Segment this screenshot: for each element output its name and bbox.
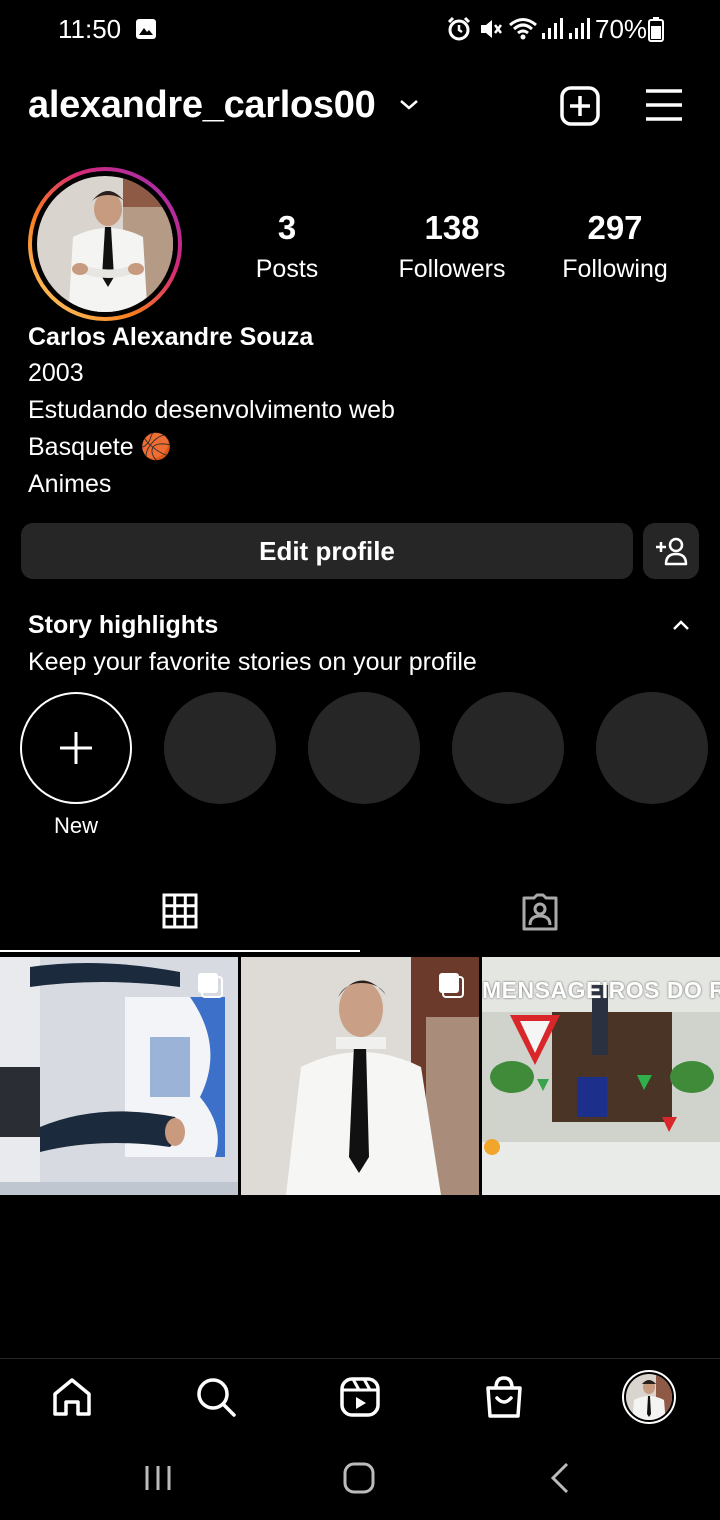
post-thumbnail[interactable] bbox=[241, 957, 479, 1195]
multiple-photos-icon bbox=[196, 971, 224, 999]
recent-apps-button[interactable] bbox=[140, 1460, 176, 1496]
battery-percentage: 70% bbox=[595, 14, 648, 44]
mute-icon bbox=[478, 16, 504, 42]
bio-line: Basquete 🏀 bbox=[28, 433, 172, 461]
nav-profile-avatar[interactable] bbox=[622, 1370, 676, 1424]
bio-line: Animes bbox=[28, 470, 112, 498]
signal-icon bbox=[540, 16, 592, 42]
alarm-icon bbox=[446, 16, 472, 42]
grid-icon bbox=[162, 893, 198, 929]
add-person-icon bbox=[654, 536, 688, 566]
profile-avatar[interactable] bbox=[28, 167, 182, 321]
chevron-up-icon[interactable] bbox=[671, 616, 691, 634]
highlights-subtitle: Keep your favorite stories on your profi… bbox=[28, 648, 477, 676]
create-post-icon[interactable] bbox=[559, 85, 601, 127]
stat-followers[interactable]: 138 Followers bbox=[377, 208, 527, 286]
discover-people-button[interactable] bbox=[643, 523, 699, 579]
following-label: Following bbox=[562, 255, 668, 283]
highlight-placeholder bbox=[452, 692, 564, 804]
post-overlay-text: MENSAGEIROS DO REI bbox=[482, 977, 720, 1003]
new-highlight-label: New bbox=[53, 813, 98, 838]
highlight-placeholder bbox=[596, 692, 708, 804]
reels-icon[interactable] bbox=[338, 1375, 382, 1419]
highlight-placeholder bbox=[308, 692, 420, 804]
following-count: 297 bbox=[587, 209, 643, 246]
edit-profile-button[interactable]: Edit profile bbox=[21, 523, 633, 579]
bio-line: 2003 bbox=[28, 359, 84, 387]
post-thumbnail[interactable] bbox=[0, 957, 238, 1195]
new-highlight-button[interactable] bbox=[20, 692, 132, 804]
profile-full-name: Carlos Alexandre Souza bbox=[28, 323, 314, 351]
posts-label: Posts bbox=[255, 255, 319, 283]
followers-label: Followers bbox=[398, 255, 506, 283]
chevron-down-icon[interactable] bbox=[398, 96, 420, 114]
stat-following[interactable]: 297 Following bbox=[540, 208, 690, 286]
search-icon[interactable] bbox=[194, 1375, 238, 1419]
tagged-icon bbox=[520, 892, 560, 932]
wifi-icon bbox=[508, 16, 538, 42]
plus-icon bbox=[58, 730, 94, 766]
bottom-nav-divider bbox=[0, 1358, 720, 1359]
tab-tagged[interactable] bbox=[360, 880, 720, 950]
status-time: 11:50 bbox=[58, 14, 122, 44]
bio-line: Estudando desenvolvimento web bbox=[28, 396, 395, 424]
username[interactable]: alexandre_carlos00 bbox=[28, 80, 376, 130]
highlight-placeholder bbox=[164, 692, 276, 804]
multiple-photos-icon bbox=[437, 971, 465, 999]
gallery-notification-icon bbox=[135, 18, 157, 40]
tab-posts-grid[interactable] bbox=[0, 880, 360, 950]
battery-icon bbox=[648, 16, 664, 42]
home-icon[interactable] bbox=[50, 1375, 94, 1419]
active-tab-indicator bbox=[0, 950, 360, 952]
home-button[interactable] bbox=[340, 1460, 378, 1496]
menu-icon[interactable] bbox=[644, 87, 684, 123]
highlights-title: Story highlights bbox=[28, 611, 219, 639]
back-button[interactable] bbox=[545, 1460, 575, 1496]
shop-icon[interactable] bbox=[482, 1374, 526, 1420]
posts-count: 3 bbox=[277, 209, 297, 246]
followers-count: 138 bbox=[424, 209, 480, 246]
post-thumbnail[interactable]: MENSAGEIROS DO REI bbox=[482, 957, 720, 1195]
stat-posts[interactable]: 3 Posts bbox=[212, 208, 362, 286]
